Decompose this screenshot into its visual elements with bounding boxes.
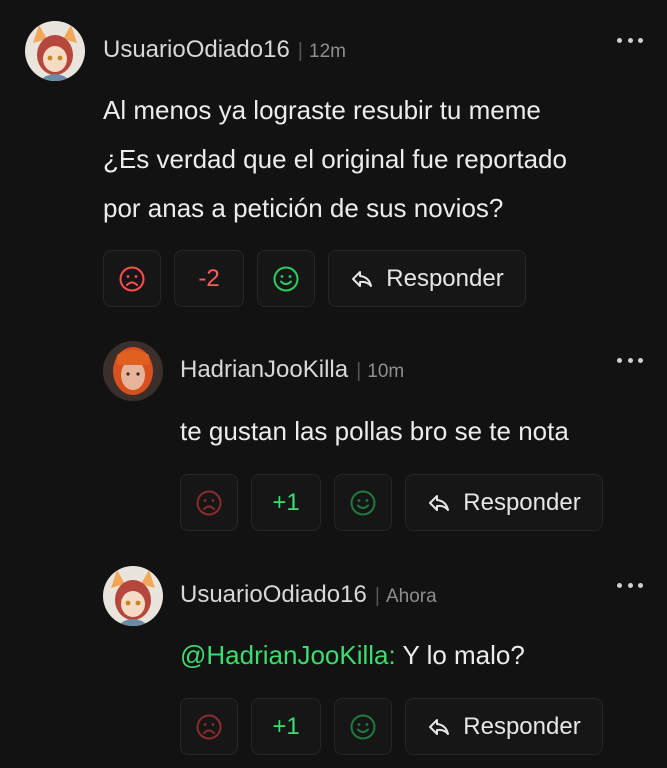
upvote-button[interactable] xyxy=(334,474,392,531)
happy-face-icon xyxy=(273,266,299,292)
reply-button[interactable]: Responder xyxy=(328,250,526,307)
avatar-redhead-image xyxy=(103,341,163,401)
score-badge: +1 xyxy=(251,698,321,755)
username[interactable]: UsuarioOdiado16 xyxy=(180,581,367,609)
downvote-button[interactable] xyxy=(180,698,238,755)
avatar-fox-girl-image xyxy=(25,21,85,81)
timestamp: Ahora xyxy=(386,586,437,607)
reply-arrow-icon xyxy=(427,493,451,513)
comment-actions: +1 Responder xyxy=(180,698,603,755)
reply-button[interactable]: Responder xyxy=(405,698,603,755)
avatar[interactable] xyxy=(25,21,85,81)
downvote-button[interactable] xyxy=(103,250,161,307)
avatar[interactable] xyxy=(103,566,163,626)
separator: | xyxy=(356,360,362,382)
username[interactable]: HadrianJooKilla xyxy=(180,356,348,384)
more-options-icon[interactable] xyxy=(617,575,643,595)
reply-label: Responder xyxy=(463,488,581,516)
username[interactable]: UsuarioOdiado16 xyxy=(103,36,290,64)
reply-arrow-icon xyxy=(350,269,374,289)
reply-arrow-icon xyxy=(427,717,451,737)
downvote-button[interactable] xyxy=(180,474,238,531)
comment-header: UsuarioOdiado16 | 12m xyxy=(103,36,346,64)
happy-face-icon xyxy=(350,490,376,516)
timestamp: 12m xyxy=(309,41,346,62)
comment-actions: -2 Responder xyxy=(103,250,526,307)
score-value: +1 xyxy=(272,712,300,740)
score-badge: +1 xyxy=(251,474,321,531)
comment-text: Al menos ya lograste resubir tu meme ¿Es… xyxy=(103,95,567,223)
separator: | xyxy=(374,585,380,607)
score-value: -2 xyxy=(198,264,220,292)
reply-button[interactable]: Responder xyxy=(405,474,603,531)
sad-face-icon xyxy=(196,490,222,516)
comment-text-body: Y lo malo? xyxy=(395,640,525,670)
comment-header: HadrianJooKilla | 10m xyxy=(180,356,404,384)
upvote-button[interactable] xyxy=(334,698,392,755)
more-options-icon[interactable] xyxy=(617,30,643,50)
more-options-icon[interactable] xyxy=(617,350,643,370)
avatar-fox-girl-image xyxy=(103,566,163,626)
avatar[interactable] xyxy=(103,341,163,401)
happy-face-icon xyxy=(350,714,376,740)
timestamp: 10m xyxy=(367,361,405,382)
score-badge: -2 xyxy=(174,250,244,307)
comment-header: UsuarioOdiado16 | Ahora xyxy=(180,581,437,609)
comment-text: te gustan las pollas bro se te nota xyxy=(180,416,569,446)
user-mention-link[interactable]: @HadrianJooKilla: xyxy=(180,640,396,670)
reply-label: Responder xyxy=(386,264,504,292)
sad-face-icon xyxy=(196,714,222,740)
separator: | xyxy=(297,40,303,62)
score-value: +1 xyxy=(272,488,300,516)
sad-face-icon xyxy=(119,266,145,292)
reply-label: Responder xyxy=(463,712,581,740)
upvote-button[interactable] xyxy=(257,250,315,307)
comment-text: @HadrianJooKilla: Y lo malo? xyxy=(180,631,525,680)
comment-actions: +1 Responder xyxy=(180,474,603,531)
